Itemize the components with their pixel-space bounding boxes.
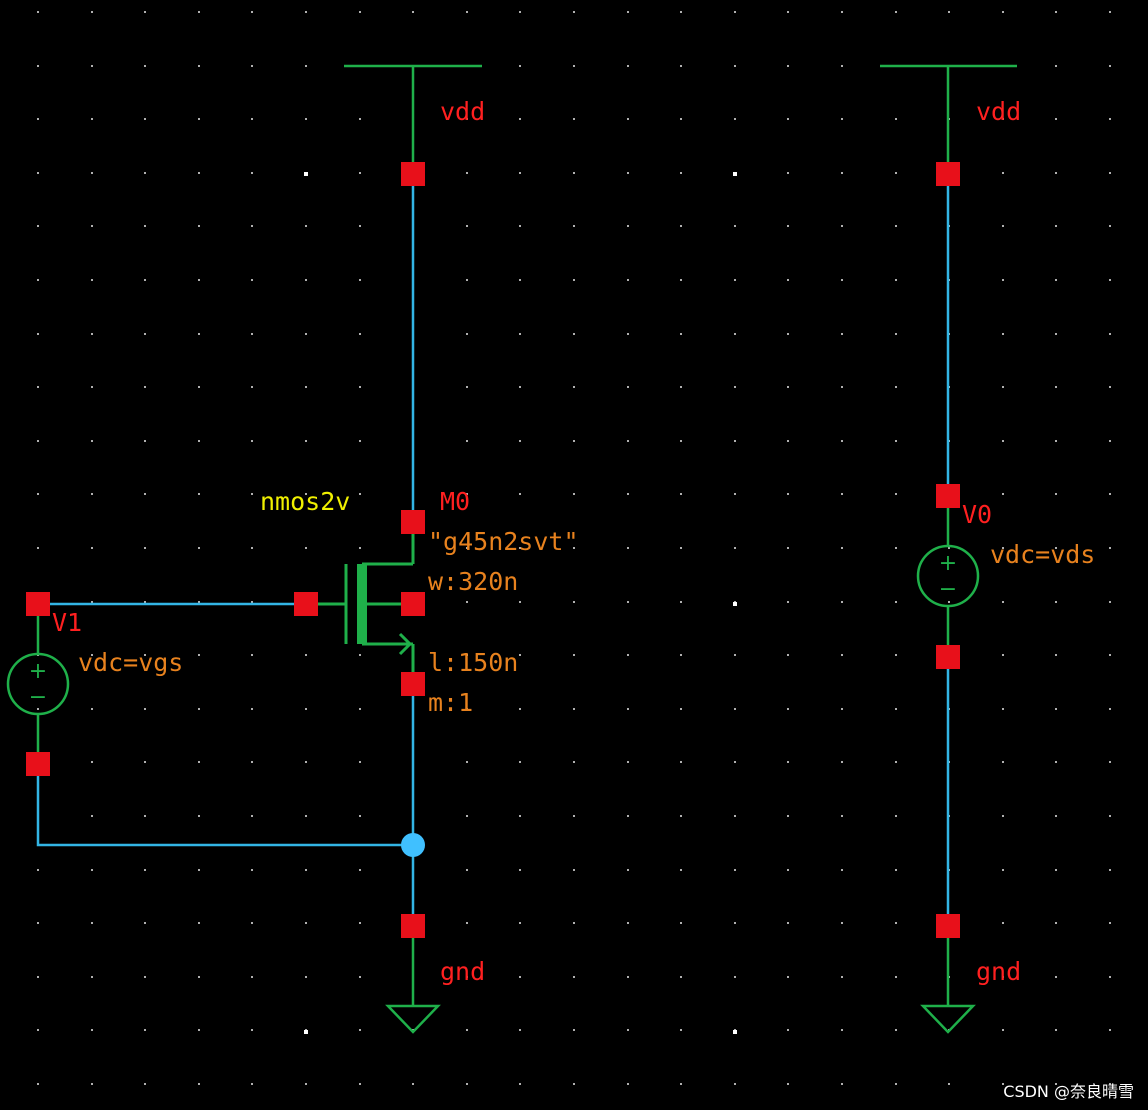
v0-instance-name: V0 [962,500,992,529]
pin-m0-bulk[interactable] [401,592,425,616]
v1-instance-name: V1 [52,608,82,637]
v1-plus-sign: + [29,659,47,684]
transistor-model: "g45n2svt" [428,527,579,556]
pin-m0-source[interactable] [401,672,425,696]
gnd-label-left: gnd [440,957,485,986]
pin-v1-minus[interactable] [26,752,50,776]
v0-minus-sign: − [939,577,957,602]
v0-value: vdc=vds [990,540,1095,569]
vdd-label-left: vdd [440,97,485,126]
v1-minus-sign: − [29,685,47,710]
gnd-symbol-left[interactable] [385,926,441,1034]
pin-gnd-right[interactable] [936,914,960,938]
transistor-width: w:320n [428,567,518,596]
pin-v0-plus[interactable] [936,484,960,508]
transistor-length: l:150n [428,648,518,677]
v1-value: vdc=vgs [78,648,183,677]
pin-m0-drain[interactable] [401,510,425,534]
pin-vdd-left[interactable] [401,162,425,186]
transistor-cell-name: nmos2v [260,487,350,516]
pin-vdd-right[interactable] [936,162,960,186]
pin-m0-gate[interactable] [294,592,318,616]
gnd-label-right: gnd [976,957,1021,986]
pin-v1-plus[interactable] [26,592,50,616]
schematic-canvas: vdd nmos2v M0 "g45n2svt" w:320n l:150n m… [6,11,1111,1085]
wire-net-left[interactable] [36,174,415,926]
transistor-instance-name: M0 [440,487,470,516]
watermark: CSDN @奈良晴雪 [1003,1082,1134,1101]
nmos-transistor[interactable] [306,522,415,684]
wire-junction-dot[interactable] [401,833,425,857]
transistor-multiplier: m:1 [428,688,473,717]
v0-plus-sign: + [939,551,957,576]
vdd-label-right: vdd [976,97,1021,126]
pin-v0-minus[interactable] [936,645,960,669]
pin-gnd-left[interactable] [401,914,425,938]
gnd-symbol-right[interactable] [920,926,976,1034]
